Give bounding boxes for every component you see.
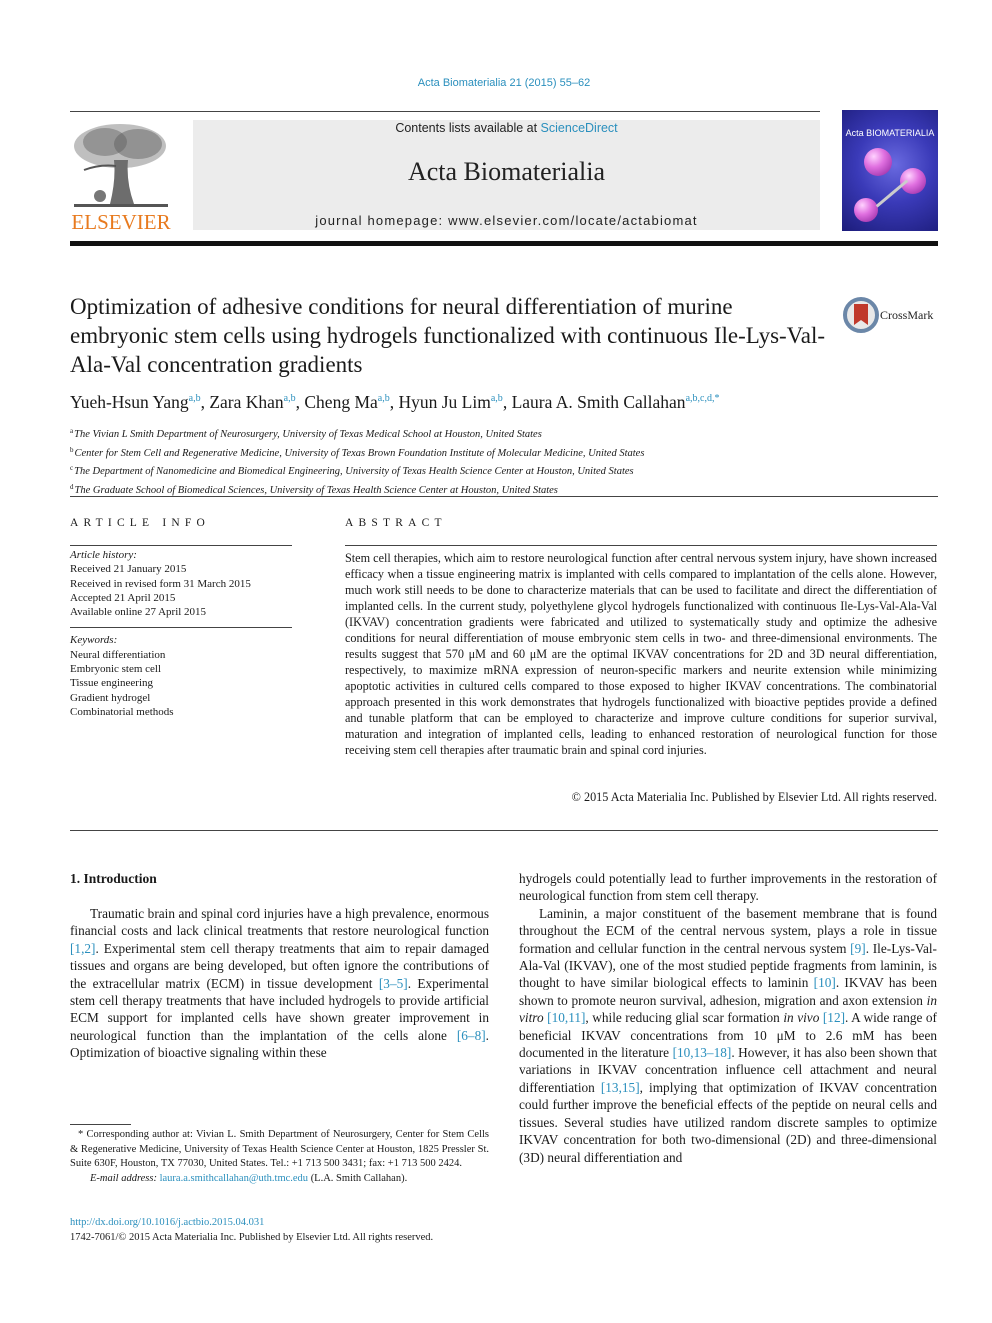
- citation-link[interactable]: [6–8]: [457, 1028, 486, 1043]
- doi-link[interactable]: http://dx.doi.org/10.1016/j.actbio.2015.…: [70, 1217, 264, 1228]
- body-text: Traumatic brain and spinal cord injuries…: [70, 906, 489, 939]
- cover-sphere: [864, 148, 892, 176]
- footnote-rule: [70, 1124, 131, 1125]
- affiliation-text: The Department of Nanomedicine and Biome…: [74, 466, 634, 477]
- contents-available-line: Contents lists available at ScienceDirec…: [193, 121, 820, 135]
- article-title: Optimization of adhesive conditions for …: [70, 294, 826, 377]
- abstract-rule: [345, 545, 937, 546]
- running-head-citation[interactable]: Acta Biomaterialia 21 (2015) 55–62: [0, 77, 992, 89]
- header-thick-rule: [70, 241, 938, 246]
- crossmark-label: CrossMark: [880, 308, 934, 322]
- corresponding-author-footnote: * Corresponding author at: Vivian L. Smi…: [70, 1128, 489, 1186]
- author-name[interactable]: Hyun Ju Lim: [398, 392, 490, 412]
- affiliation-key: d: [70, 482, 74, 491]
- citation-link[interactable]: [10,13–18]: [673, 1045, 732, 1060]
- author-affiliation-marks[interactable]: a,b: [491, 393, 503, 404]
- author-name[interactable]: Yueh-Hsun Yang: [70, 392, 189, 412]
- author-name[interactable]: Zara Khan: [209, 392, 283, 412]
- article-info-rule: [70, 545, 292, 546]
- history-label: Article history:: [70, 549, 137, 561]
- affiliation-key: c: [70, 464, 74, 472]
- section-divider: [70, 496, 938, 497]
- affiliation-key: a: [70, 427, 74, 435]
- affiliation-item: bCenter for Stem Cell and Regenerative M…: [70, 443, 930, 462]
- keywords-label: Keywords:: [70, 634, 118, 647]
- affiliation-text: Center for Stem Cell and Regenerative Me…: [74, 447, 645, 459]
- citation-link[interactable]: [13,15]: [601, 1080, 640, 1095]
- body-left-column: Traumatic brain and spinal cord injuries…: [70, 905, 489, 1062]
- contents-prefix: Contents lists available at: [395, 121, 541, 135]
- issn-copyright: 1742-7061/© 2015 Acta Materialia Inc. Pu…: [70, 1231, 434, 1243]
- article-info-panel: Article history: Received 21 January 201…: [70, 548, 292, 719]
- citation-link[interactable]: [3–5]: [379, 976, 408, 991]
- elsevier-wordmark: ELSEVIER: [71, 210, 171, 234]
- citation-link[interactable]: [12]: [823, 1010, 845, 1025]
- author-affiliation-marks[interactable]: a,b: [378, 393, 390, 404]
- keyword-item: Combinatorial methods: [70, 705, 174, 718]
- history-item: Received 21 January 2015: [70, 563, 187, 576]
- author-list: Yueh-Hsun Yanga,b, Zara Khana,b, Cheng M…: [70, 392, 720, 412]
- journal-title: Acta Biomaterialia: [407, 157, 606, 186]
- abstract-copyright: © 2015 Acta Materialia Inc. Published by…: [571, 790, 937, 804]
- journal-cover-image[interactable]: Acta BIOMATERIALIA: [842, 110, 938, 231]
- abstract-heading: ABSTRACT: [345, 517, 447, 529]
- journal-homepage[interactable]: journal homepage: www.elsevier.com/locat…: [193, 213, 820, 228]
- citation-link[interactable]: [9]: [850, 941, 866, 956]
- keyword-item: Neural differentiation: [70, 648, 166, 661]
- affiliation-item: aThe Vivian L Smith Department of Neuros…: [70, 424, 930, 443]
- author-name[interactable]: Laura A. Smith Callahan: [512, 392, 686, 412]
- keyword-item: Tissue engineering: [70, 677, 154, 690]
- article-info-heading: ARTICLE INFO: [70, 517, 210, 529]
- cover-rod: [875, 179, 909, 208]
- keyword-item: Embryonic stem cell: [70, 663, 162, 676]
- author-affiliation-marks[interactable]: a,b: [189, 393, 201, 404]
- citation-link[interactable]: [10]: [814, 975, 836, 990]
- history-item: Available online 27 April 2015: [70, 606, 207, 619]
- header-top-rule: [70, 111, 820, 112]
- abstract-text: Stem cell therapies, which aim to restor…: [345, 551, 937, 757]
- elsevier-tree-icon: [74, 124, 168, 207]
- italic-term: in vivo: [783, 1010, 820, 1026]
- citation-link[interactable]: [10,11]: [547, 1010, 585, 1025]
- cover-sphere: [854, 198, 878, 222]
- corresponding-author-text: * Corresponding author at: Vivian L. Smi…: [70, 1129, 489, 1169]
- keywords-rule: [70, 619, 292, 629]
- affiliation-text: The Vivian L Smith Department of Neurosu…: [74, 429, 542, 440]
- author-name[interactable]: Cheng Ma: [304, 392, 377, 412]
- body-text: , while reducing glial scar formation: [585, 1010, 784, 1026]
- citation-link[interactable]: [1,2]: [70, 941, 95, 956]
- section-divider: [70, 830, 938, 831]
- doi-block: http://dx.doi.org/10.1016/j.actbio.2015.…: [70, 1216, 510, 1245]
- sciencedirect-link[interactable]: ScienceDirect: [541, 121, 618, 135]
- cover-title: Acta BIOMATERIALIA: [845, 128, 935, 138]
- keyword-item: Gradient hydrogel: [70, 691, 151, 704]
- body-paragraph: Traumatic brain and spinal cord injuries…: [70, 905, 489, 1062]
- email-line: E-mail address: laura.a.smithcallahan@ut…: [70, 1172, 489, 1187]
- history-item: Received in revised form 31 March 2015: [70, 577, 251, 590]
- email-link[interactable]: laura.a.smithcallahan@uth.tmc.edu: [160, 1173, 308, 1184]
- email-suffix: (L.A. Smith Callahan).: [308, 1172, 408, 1184]
- history-item: Accepted 21 April 2015: [70, 591, 176, 604]
- affiliation-list: aThe Vivian L Smith Department of Neuros…: [70, 424, 930, 498]
- email-label: E-mail address:: [90, 1172, 160, 1184]
- author-affiliation-marks[interactable]: a,b,c,d,*: [686, 393, 720, 404]
- affiliation-item: cThe Department of Nanomedicine and Biom…: [70, 461, 930, 480]
- affiliation-key: b: [70, 445, 74, 454]
- affiliation-text: The Graduate School of Biomedical Scienc…: [74, 484, 558, 496]
- section-heading-introduction: 1. Introduction: [70, 871, 157, 886]
- body-paragraph: Laminin, a major constituent of the base…: [519, 905, 937, 1166]
- author-affiliation-marks[interactable]: a,b: [284, 393, 296, 404]
- body-paragraph: hydrogels could potentially lead to furt…: [519, 871, 937, 904]
- crossmark-icon: [843, 297, 879, 333]
- body-right-column: hydrogels could potentially lead to furt…: [519, 870, 937, 1166]
